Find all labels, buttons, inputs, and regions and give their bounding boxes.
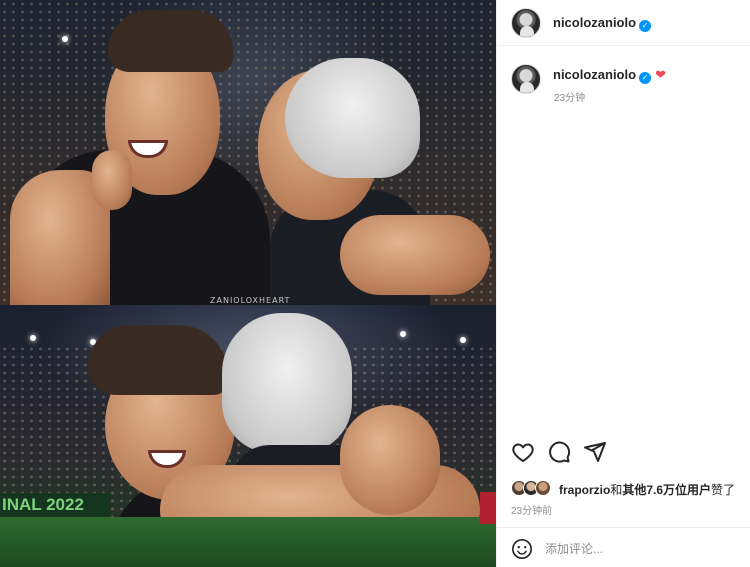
post-actions (497, 434, 750, 470)
likes-summary[interactable]: fraporzio和其他7.6万位用户赞了 (511, 478, 747, 498)
caption-avatar[interactable] (511, 64, 541, 94)
comment-input[interactable] (545, 538, 735, 560)
liker-username[interactable]: fraporzio (559, 483, 610, 497)
emoji-icon[interactable] (511, 538, 533, 560)
likes-others-count[interactable]: 其他7.6万位用户 (622, 483, 711, 497)
verified-badge-icon: ✓ (639, 20, 652, 32)
caption-time[interactable]: 23分钟 (554, 89, 585, 104)
likes-text: fraporzio和其他7.6万位用户赞了 (559, 483, 736, 497)
caption-username: nicolozaniolo ✓ ❤ (553, 67, 666, 84)
author-username[interactable]: nicolozaniolo ✓ (553, 15, 652, 32)
verified-badge-icon: ✓ (639, 72, 652, 84)
post-side-panel: nicolozaniolo ✓ nicolozaniolo ✓ ❤ 23分钟 frap… (496, 0, 750, 567)
watermark: ZANIOLOXHEART (210, 296, 291, 305)
red-heart-icon: ❤ (655, 67, 666, 82)
comment-bar (497, 527, 750, 567)
post-time[interactable]: 23分钟前 (511, 502, 552, 517)
tournament-banner: INAL 2022 (0, 493, 110, 517)
coach-head-bottom (222, 313, 352, 453)
post-media[interactable]: ZANIOLOXHEART INAL 2022 (0, 0, 496, 567)
share-icon[interactable] (583, 440, 607, 464)
author-avatar[interactable] (511, 8, 541, 38)
post-photo-top (0, 0, 496, 305)
liker-avatar (535, 480, 551, 496)
post-header: nicolozaniolo ✓ (497, 0, 750, 46)
heart-outline-icon[interactable] (511, 440, 535, 464)
comment-icon[interactable] (547, 440, 571, 464)
coach-arm (340, 215, 490, 295)
